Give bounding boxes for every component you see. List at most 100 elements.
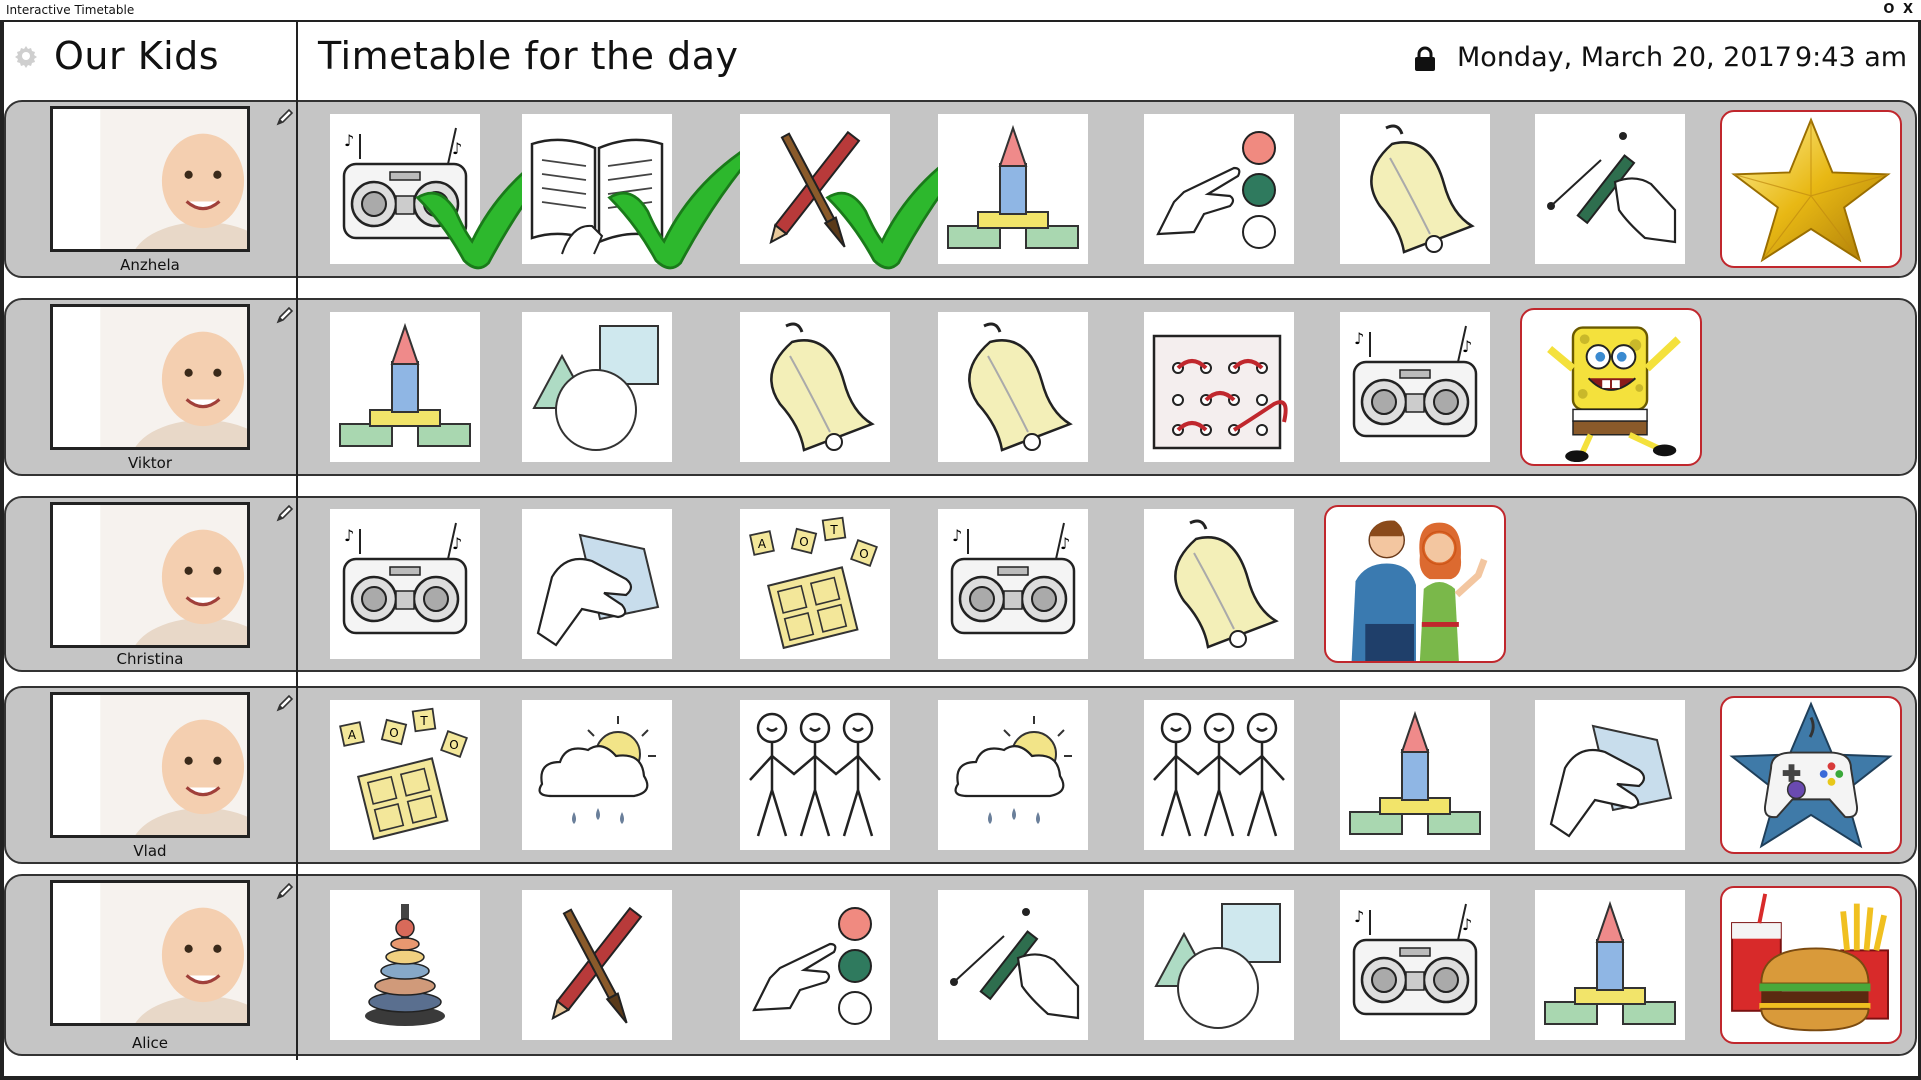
- tower-icon: [1340, 700, 1490, 850]
- radio-icon: [1340, 312, 1490, 462]
- activity-card-pyramid[interactable]: [330, 890, 480, 1040]
- activity-card-radio[interactable]: [330, 114, 480, 264]
- activity-card-tower[interactable]: [1340, 700, 1490, 850]
- edit-pencil-icon[interactable]: [276, 306, 294, 324]
- dots-icon: [740, 890, 890, 1040]
- activity-card-people[interactable]: [1144, 700, 1294, 850]
- book-icon: [522, 114, 672, 264]
- activity-card-radio[interactable]: [1340, 312, 1490, 462]
- activity-card-bell[interactable]: [938, 312, 1088, 462]
- weather-icon: [938, 700, 1088, 850]
- activity-card-letters[interactable]: [740, 509, 890, 659]
- pyramid-icon: [330, 890, 480, 1040]
- activity-card-draw[interactable]: [1535, 114, 1685, 264]
- draw-icon: [938, 890, 1088, 1040]
- activity-card-dots[interactable]: [1144, 114, 1294, 264]
- radio-icon: [938, 509, 1088, 659]
- page-title: Timetable for the day: [318, 34, 739, 78]
- kid-row: Alice: [0, 874, 1921, 1056]
- kid-photo[interactable]: [50, 502, 250, 648]
- reward-card-parents[interactable]: [1324, 505, 1506, 663]
- activity-card-radio[interactable]: [938, 509, 1088, 659]
- kid-photo[interactable]: [50, 106, 250, 252]
- kid-photo-image: [53, 505, 250, 648]
- kid-name: Christina: [116, 650, 184, 668]
- activity-card-tower[interactable]: [330, 312, 480, 462]
- letters-icon: [740, 509, 890, 659]
- edit-pencil-icon[interactable]: [276, 108, 294, 126]
- activity-card-bell[interactable]: [1340, 114, 1490, 264]
- tower-icon: [1535, 890, 1685, 1040]
- reward-card-gamepad-star[interactable]: [1720, 696, 1902, 854]
- kid-row: Vlad: [0, 686, 1921, 864]
- lock-icon[interactable]: [1414, 46, 1436, 72]
- activity-card-bell[interactable]: [740, 312, 890, 462]
- activity-card-tower[interactable]: [938, 114, 1088, 264]
- tower-icon: [938, 114, 1088, 264]
- dots-icon: [1144, 114, 1294, 264]
- edit-pencil-icon[interactable]: [276, 504, 294, 522]
- activity-card-wipe[interactable]: [522, 509, 672, 659]
- gamepad-star-icon: [1722, 698, 1900, 852]
- letters-icon: [330, 700, 480, 850]
- radio-icon: [330, 114, 480, 264]
- bell-icon: [1144, 509, 1294, 659]
- activity-card-weather[interactable]: [938, 700, 1088, 850]
- activity-card-wipe[interactable]: [1535, 700, 1685, 850]
- sidebar-title: Our Kids: [54, 34, 220, 78]
- kid-name: Viktor: [127, 454, 172, 472]
- kid-row: Christina: [0, 496, 1921, 672]
- frame-bottom: [0, 1076, 1921, 1080]
- draw-icon: [1535, 114, 1685, 264]
- reward-card-star-gold[interactable]: [1720, 110, 1902, 268]
- fastfood-icon: [1722, 888, 1900, 1042]
- activity-card-weather[interactable]: [522, 700, 672, 850]
- activity-card-people[interactable]: [740, 700, 890, 850]
- kid-photo[interactable]: [50, 304, 250, 450]
- activity-card-paint[interactable]: [522, 890, 672, 1040]
- window-controls[interactable]: O X: [1883, 2, 1915, 17]
- kid-photo[interactable]: [50, 880, 250, 1026]
- kid-photo-image: [53, 109, 250, 252]
- paint-icon: [522, 890, 672, 1040]
- radio-icon: [1340, 890, 1490, 1040]
- kid-row: Anzhela: [0, 100, 1921, 278]
- activity-card-paint[interactable]: [740, 114, 890, 264]
- reward-card-spongebob[interactable]: [1520, 308, 1702, 466]
- activity-card-shapes[interactable]: [1144, 890, 1294, 1040]
- edit-pencil-icon[interactable]: [276, 882, 294, 900]
- kid-row: Viktor: [0, 298, 1921, 476]
- people-icon: [740, 700, 890, 850]
- activity-card-draw[interactable]: [938, 890, 1088, 1040]
- activity-card-tower[interactable]: [1535, 890, 1685, 1040]
- activity-card-dots[interactable]: [740, 890, 890, 1040]
- people-icon: [1144, 700, 1294, 850]
- kid-photo-image: [53, 883, 250, 1026]
- activity-card-lacing[interactable]: [1144, 312, 1294, 462]
- bell-icon: [938, 312, 1088, 462]
- current-time: 9:43 am: [1795, 42, 1908, 73]
- shapes-icon: [1144, 890, 1294, 1040]
- kid-name: Anzhela: [120, 256, 180, 274]
- gear-icon[interactable]: [14, 44, 38, 68]
- radio-icon: [330, 509, 480, 659]
- tower-icon: [330, 312, 480, 462]
- bell-icon: [1340, 114, 1490, 264]
- activity-card-radio[interactable]: [330, 509, 480, 659]
- activity-card-bell[interactable]: [1144, 509, 1294, 659]
- activity-card-shapes[interactable]: [522, 312, 672, 462]
- star-gold-icon: [1722, 112, 1900, 266]
- kid-photo-image: [53, 307, 250, 450]
- kid-name: Vlad: [133, 842, 167, 860]
- activity-card-letters[interactable]: [330, 700, 480, 850]
- reward-card-fastfood[interactable]: [1720, 886, 1902, 1044]
- activity-card-book[interactable]: [522, 114, 672, 264]
- shapes-icon: [522, 312, 672, 462]
- frame-left: [0, 22, 4, 1080]
- edit-pencil-icon[interactable]: [276, 694, 294, 712]
- parents-icon: [1326, 507, 1504, 661]
- window-titlebar: Interactive Timetable O X: [0, 0, 1921, 22]
- kid-photo[interactable]: [50, 692, 250, 838]
- activity-card-radio[interactable]: [1340, 890, 1490, 1040]
- lacing-icon: [1144, 312, 1294, 462]
